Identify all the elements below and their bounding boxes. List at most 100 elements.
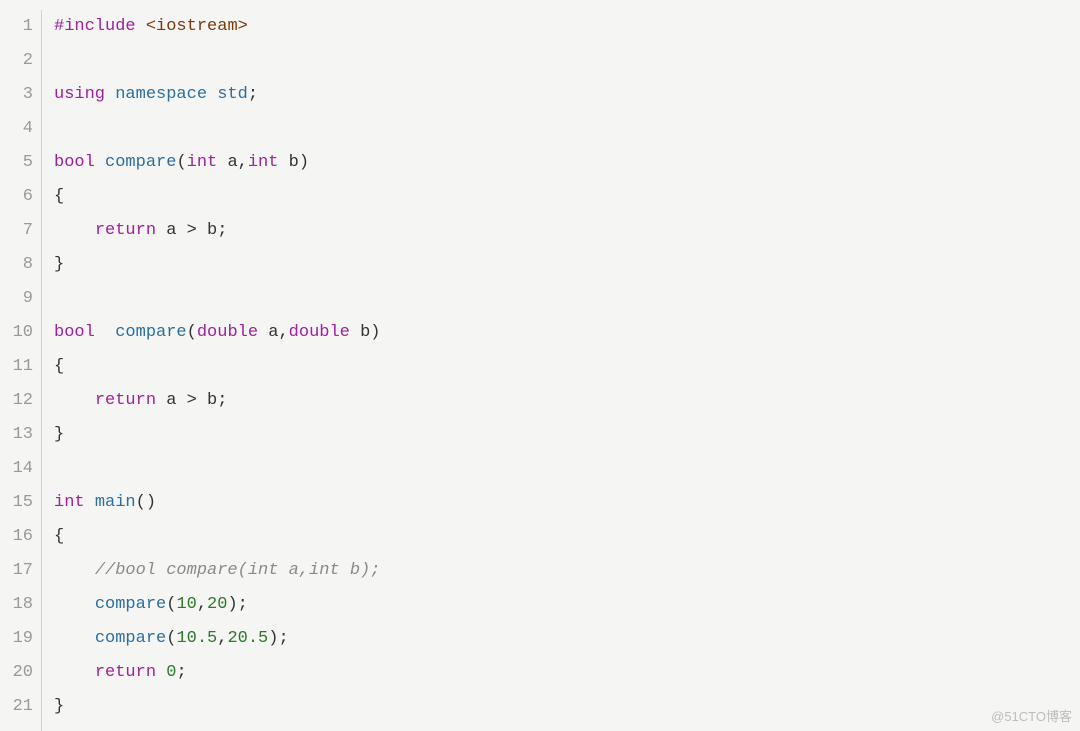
code-token: a > b; (166, 391, 227, 410)
code-token: 20.5 (227, 629, 268, 648)
code-line: bool compare(double a,double b) (54, 316, 1080, 350)
code-line: compare(10,20); (54, 588, 1080, 622)
line-number: 8 (0, 248, 33, 282)
line-number: 16 (0, 520, 33, 554)
code-token: { (54, 527, 64, 546)
line-number: 5 (0, 146, 33, 180)
code-line: } (54, 418, 1080, 452)
code-token: () (136, 493, 156, 512)
code-line (54, 112, 1080, 146)
code-token: ( (166, 629, 176, 648)
code-token: } (54, 697, 64, 716)
line-number: 13 (0, 418, 33, 452)
code-token (54, 561, 95, 580)
code-token: b (360, 323, 370, 342)
code-token: ) (299, 153, 309, 172)
code-token: a > b; (166, 221, 227, 240)
line-number: 15 (0, 486, 33, 520)
line-number: 10 (0, 316, 33, 350)
code-token: , (238, 153, 248, 172)
code-line: using namespace std; (54, 78, 1080, 112)
line-number: 19 (0, 622, 33, 656)
code-token: using (54, 85, 115, 104)
code-token: int (54, 493, 95, 512)
code-line: { (54, 350, 1080, 384)
code-token: //bool compare(int a,int b); (95, 561, 381, 580)
code-token: , (217, 629, 227, 648)
code-line: return a > b; (54, 214, 1080, 248)
code-line: compare(10.5,20.5); (54, 622, 1080, 656)
line-number: 4 (0, 112, 33, 146)
code-line: } (54, 690, 1080, 724)
code-token: #include (54, 17, 146, 36)
code-token (54, 221, 95, 240)
code-token: ( (176, 153, 186, 172)
line-number: 20 (0, 656, 33, 690)
line-number: 17 (0, 554, 33, 588)
code-token: a (227, 153, 237, 172)
line-number: 21 (0, 690, 33, 724)
code-token: int (248, 153, 289, 172)
code-token: int (187, 153, 228, 172)
code-token: ); (227, 595, 247, 614)
line-number: 3 (0, 78, 33, 112)
code-token: compare (105, 153, 176, 172)
code-token: , (278, 323, 288, 342)
code-token (54, 629, 95, 648)
line-number: 11 (0, 350, 33, 384)
line-number: 6 (0, 180, 33, 214)
code-line: bool compare(int a,int b) (54, 146, 1080, 180)
code-line: #include <iostream> (54, 10, 1080, 44)
line-number: 2 (0, 44, 33, 78)
code-token (54, 663, 95, 682)
code-token: std (217, 85, 248, 104)
code-line: int main() (54, 486, 1080, 520)
line-number: 12 (0, 384, 33, 418)
code-line: return a > b; (54, 384, 1080, 418)
line-number: 14 (0, 452, 33, 486)
code-line (54, 282, 1080, 316)
code-token (54, 595, 95, 614)
line-number: 7 (0, 214, 33, 248)
code-token: a (268, 323, 278, 342)
code-token: { (54, 187, 64, 206)
code-token: 0 (166, 663, 176, 682)
code-token: , (197, 595, 207, 614)
code-token: ; (176, 663, 186, 682)
line-number-gutter: 123456789101112131415161718192021 (0, 10, 42, 731)
line-number: 9 (0, 282, 33, 316)
line-number: 1 (0, 10, 33, 44)
watermark-text: @51CTO博客 (991, 706, 1072, 725)
code-token: double (197, 323, 268, 342)
code-line: { (54, 520, 1080, 554)
code-token: bool (54, 153, 105, 172)
code-token: double (289, 323, 360, 342)
code-line (54, 44, 1080, 78)
line-number: 18 (0, 588, 33, 622)
code-token: compare (95, 595, 166, 614)
code-token: compare (115, 323, 186, 342)
code-editor: 123456789101112131415161718192021 #inclu… (0, 0, 1080, 731)
code-token: ( (166, 595, 176, 614)
code-token: compare (95, 629, 166, 648)
code-token: main (95, 493, 136, 512)
code-token: { (54, 357, 64, 376)
code-line: { (54, 180, 1080, 214)
code-token: b (289, 153, 299, 172)
code-token: ) (370, 323, 380, 342)
code-token: return (95, 663, 166, 682)
code-token: 10 (176, 595, 196, 614)
code-line: //bool compare(int a,int b); (54, 554, 1080, 588)
code-token: ; (248, 85, 258, 104)
code-token: bool (54, 323, 115, 342)
code-line: } (54, 248, 1080, 282)
code-token: return (95, 391, 166, 410)
code-token: return (95, 221, 166, 240)
code-token: ( (187, 323, 197, 342)
code-token: } (54, 255, 64, 274)
code-line (54, 452, 1080, 486)
code-token: } (54, 425, 64, 444)
code-token: ); (268, 629, 288, 648)
code-area: #include <iostream> using namespace std; b… (42, 10, 1080, 731)
code-line: return 0; (54, 656, 1080, 690)
